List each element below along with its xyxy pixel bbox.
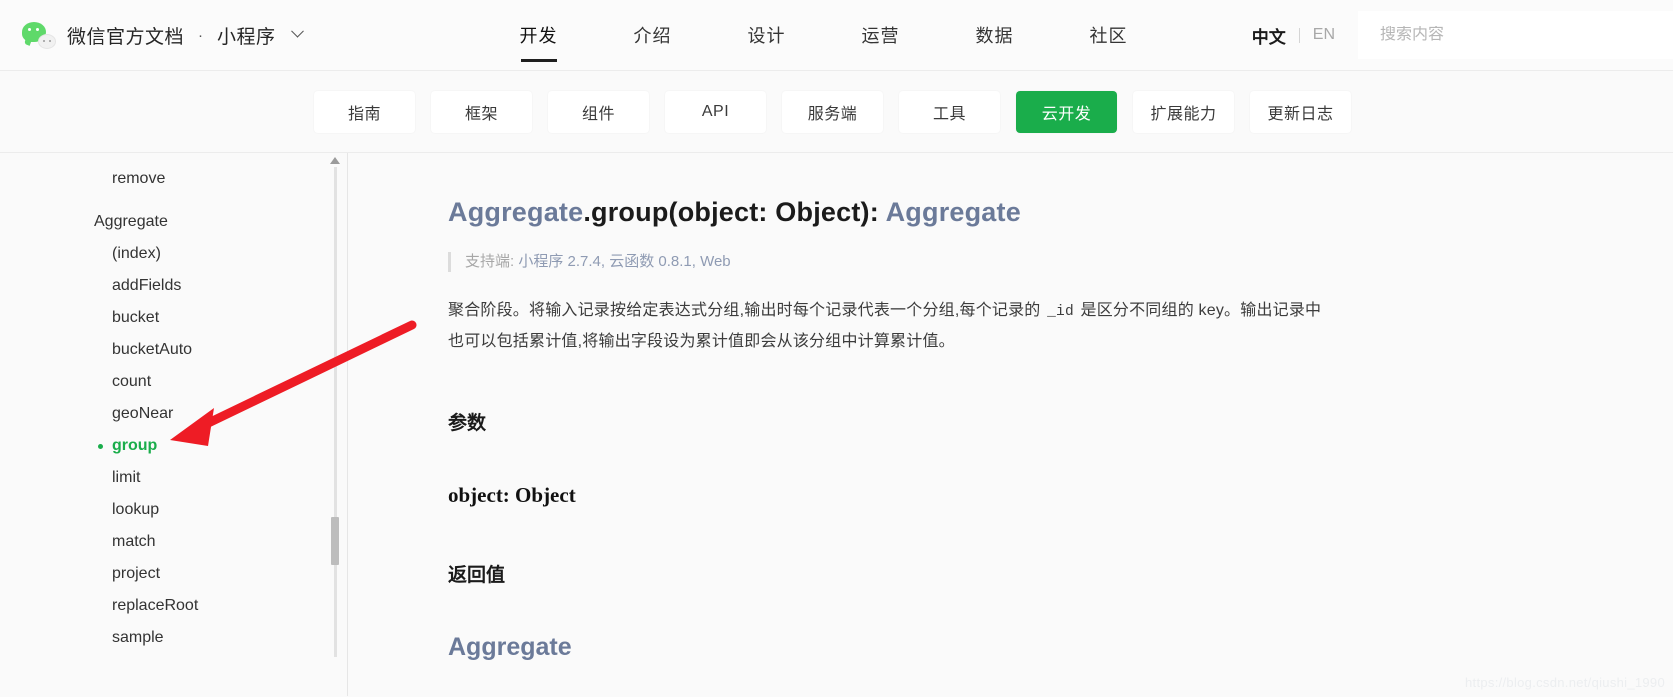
sidebar-spacer	[0, 195, 347, 206]
page-content: remove Aggregate (index) addFields bucke…	[0, 153, 1673, 696]
description-text-part1: 聚合阶段。将输入记录按给定表达式分组,输出时每个记录代表一个分组,每个记录的	[448, 302, 1046, 319]
subnav-item-component[interactable]: 组件	[548, 90, 649, 133]
api-description: 聚合阶段。将输入记录按给定表达式分组,输出时每个记录代表一个分组,每个记录的 _…	[448, 296, 1328, 356]
sidebar-item-geonear[interactable]: geoNear	[0, 398, 347, 430]
sidebar-item-lookup[interactable]: lookup	[0, 494, 347, 526]
sidebar-item-bucket[interactable]: bucket	[0, 302, 347, 334]
support-label: 支持端:	[465, 253, 515, 270]
sidebar-item-index[interactable]: (index)	[0, 238, 347, 270]
subnav-item-changelog[interactable]: 更新日志	[1250, 90, 1351, 133]
subnav-item-server[interactable]: 服务端	[782, 90, 883, 133]
watermark: https://blog.csdn.net/qiushi_1990	[1465, 675, 1665, 690]
sidebar-scrollbar-track[interactable]	[334, 167, 337, 657]
language-switcher: 中文 EN	[1239, 23, 1358, 48]
brand-area[interactable]: 微信官方文档 · 小程序	[0, 21, 304, 49]
header-right-area: 中文 EN	[1239, 0, 1673, 70]
param-name: object: Object	[448, 483, 576, 507]
search-input[interactable]	[1380, 26, 1651, 44]
nav-item-develop[interactable]: 开发	[482, 0, 596, 70]
sidebar-item-match[interactable]: match	[0, 526, 347, 558]
returns-heading: 返回值	[448, 565, 506, 586]
sidebar-item-sample[interactable]: sample	[0, 622, 347, 654]
scroll-up-arrow-icon[interactable]	[330, 157, 340, 164]
secondary-navigation: 指南 框架 组件 API 服务端 工具 云开发 扩展能力 更新日志	[0, 71, 1673, 153]
sidebar-group-aggregate[interactable]: Aggregate	[0, 206, 347, 238]
sidebar-item-count[interactable]: count	[0, 366, 347, 398]
subnav-item-tools[interactable]: 工具	[899, 90, 1000, 133]
brand-title: 微信官方文档	[67, 26, 185, 48]
chevron-down-icon[interactable]	[290, 24, 304, 38]
subnav-item-extensions[interactable]: 扩展能力	[1133, 90, 1234, 133]
nav-item-intro[interactable]: 介绍	[596, 0, 710, 70]
sidebar-item-project[interactable]: project	[0, 558, 347, 590]
nav-item-community[interactable]: 社区	[1052, 0, 1166, 70]
description-inline-code: _id	[1047, 304, 1074, 320]
brand-separator: ·	[198, 26, 204, 44]
sidebar-navigation: remove Aggregate (index) addFields bucke…	[0, 153, 348, 696]
top-header-bar: 微信官方文档 · 小程序 开发 介绍 设计 运营 数据 社区 中文 EN	[0, 0, 1673, 71]
page-title: Aggregate.group(object: Object): Aggrega…	[448, 197, 1613, 228]
primary-navigation: 开发 介绍 设计 运营 数据 社区	[482, 0, 1166, 70]
search-box[interactable]	[1358, 11, 1673, 59]
product-selector-label[interactable]: 小程序	[217, 22, 276, 49]
subnav-item-api[interactable]: API	[665, 90, 766, 133]
support-note: 支持端: 小程序 2.7.4, 云函数 0.8.1, Web	[448, 252, 1613, 272]
support-versions: 小程序 2.7.4, 云函数 0.8.1, Web	[518, 253, 731, 270]
sidebar-scrollbar-thumb[interactable]	[331, 517, 339, 565]
title-signature: .group(object: Object):	[583, 197, 886, 227]
title-class-name: Aggregate	[448, 197, 584, 227]
sidebar-item-replaceroot[interactable]: replaceRoot	[0, 590, 347, 622]
sidebar-list: remove Aggregate (index) addFields bucke…	[0, 163, 347, 654]
lang-option-zh[interactable]: 中文	[1239, 23, 1299, 48]
return-type: Aggregate	[448, 633, 572, 661]
sidebar-item-group[interactable]: group	[0, 430, 347, 462]
sidebar-item-bucketauto[interactable]: bucketAuto	[0, 334, 347, 366]
nav-item-data[interactable]: 数据	[938, 0, 1052, 70]
subnav-item-guide[interactable]: 指南	[314, 90, 415, 133]
nav-item-design[interactable]: 设计	[710, 0, 824, 70]
title-return-type: Aggregate	[885, 197, 1021, 227]
sidebar-item-limit[interactable]: limit	[0, 462, 347, 494]
sidebar-item-remove[interactable]: remove	[0, 163, 347, 195]
lang-option-en[interactable]: EN	[1300, 26, 1348, 44]
params-heading: 参数	[448, 413, 487, 434]
subnav-item-cloud-development[interactable]: 云开发	[1016, 90, 1117, 133]
nav-item-operation[interactable]: 运营	[824, 0, 938, 70]
subnav-item-framework[interactable]: 框架	[431, 90, 532, 133]
article-body: Aggregate.group(object: Object): Aggrega…	[348, 153, 1673, 696]
sidebar-item-addfields[interactable]: addFields	[0, 270, 347, 302]
wechat-logo-icon	[22, 21, 56, 49]
